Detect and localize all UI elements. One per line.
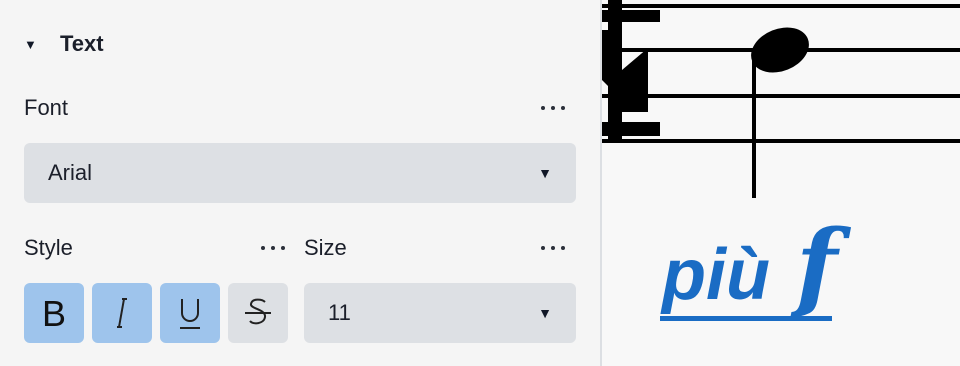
font-more-options-icon[interactable] <box>541 98 565 118</box>
dynamic-text-word: più <box>662 235 770 315</box>
size-more-options-icon[interactable] <box>541 238 565 258</box>
size-select-value: 11 <box>328 300 351 325</box>
dynamic-text[interactable]: più f <box>662 218 837 314</box>
bold-button[interactable]: B <box>24 283 84 343</box>
chevron-down-icon: ▼ <box>538 305 552 321</box>
italic-button[interactable] <box>92 283 152 343</box>
font-select-value: Arial <box>48 160 93 185</box>
font-select[interactable]: Arial ▼ <box>24 143 576 203</box>
size-select[interactable]: 11 ▼ <box>304 283 576 343</box>
text-section-header[interactable]: ▼ Text <box>24 28 104 60</box>
collapse-caret-icon[interactable]: ▼ <box>24 37 48 52</box>
style-more-options-icon[interactable] <box>261 238 285 258</box>
dynamic-marking: f <box>795 209 838 322</box>
bold-icon: B <box>42 293 66 333</box>
section-title: Text <box>60 31 104 56</box>
svg-text:B: B <box>42 293 66 333</box>
underline-icon <box>180 299 200 329</box>
underline-button[interactable] <box>160 283 220 343</box>
size-label: Size <box>304 235 347 260</box>
strikethrough-button[interactable] <box>228 283 288 343</box>
properties-panel: ▼ Text Font Arial ▼ Style Size B 11 ▼ <box>0 0 600 366</box>
italic-icon <box>117 298 127 328</box>
strikethrough-icon <box>245 298 271 325</box>
font-label: Font <box>24 95 69 120</box>
chevron-down-icon: ▼ <box>538 165 552 181</box>
style-label: Style <box>24 235 73 260</box>
clef-fragment-icon <box>602 0 660 142</box>
score-view[interactable]: più f <box>602 0 960 366</box>
note-icon <box>751 27 809 198</box>
